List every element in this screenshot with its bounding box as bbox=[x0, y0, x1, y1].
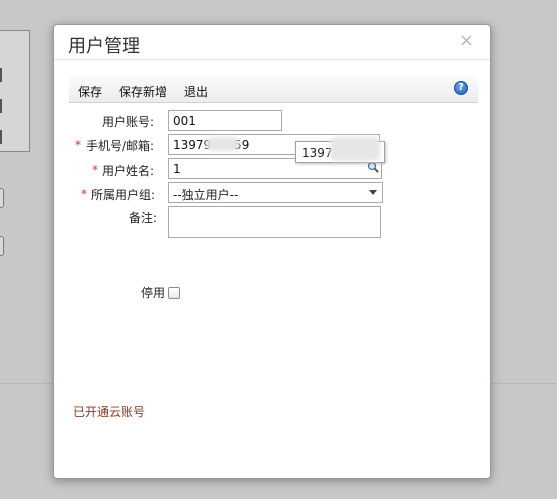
required-mark: * bbox=[92, 163, 98, 177]
disable-label: 停用 bbox=[141, 286, 166, 300]
dialog-title: 用户管理 bbox=[68, 36, 140, 57]
redacted-blur bbox=[330, 137, 380, 161]
required-mark: * bbox=[75, 138, 81, 152]
exit-button[interactable]: 退出 bbox=[184, 83, 208, 100]
background-marker bbox=[0, 68, 2, 82]
name-label: 用户姓名: bbox=[102, 164, 155, 178]
group-select[interactable]: --独立用户-- bbox=[168, 182, 383, 203]
background-marker bbox=[0, 130, 2, 144]
toolbar: 保存 保存新增 退出 ? bbox=[69, 76, 478, 103]
group-selected-value: --独立用户-- bbox=[173, 188, 239, 202]
background-panel bbox=[0, 30, 30, 152]
required-mark: * bbox=[81, 187, 87, 201]
close-icon[interactable]: × bbox=[459, 30, 474, 51]
background-button bbox=[0, 188, 4, 208]
disable-checkbox[interactable] bbox=[168, 287, 180, 299]
phone-suggestion-text: 1397 bbox=[302, 146, 333, 160]
phone-label: 手机号/邮箱: bbox=[86, 139, 155, 153]
header-divider bbox=[54, 59, 490, 60]
group-label: 所属用户组: bbox=[91, 188, 156, 202]
background-marker bbox=[0, 99, 2, 113]
cloud-account-status: 已开通云账号 bbox=[73, 405, 146, 419]
user-management-dialog: 用户管理 × 保存 保存新增 退出 ? 用户账号: * 手机号/邮箱: * 用户… bbox=[53, 24, 491, 479]
save-and-new-button[interactable]: 保存新增 bbox=[119, 83, 167, 100]
remark-textarea[interactable] bbox=[168, 206, 381, 238]
account-input[interactable] bbox=[168, 110, 282, 131]
chevron-down-icon bbox=[369, 190, 377, 195]
save-button[interactable]: 保存 bbox=[78, 83, 102, 100]
background-button bbox=[0, 236, 4, 256]
account-label: 用户账号: bbox=[102, 115, 155, 129]
remark-label: 备注: bbox=[129, 211, 158, 225]
help-icon[interactable]: ? bbox=[454, 81, 468, 95]
redacted-blur bbox=[206, 137, 240, 151]
